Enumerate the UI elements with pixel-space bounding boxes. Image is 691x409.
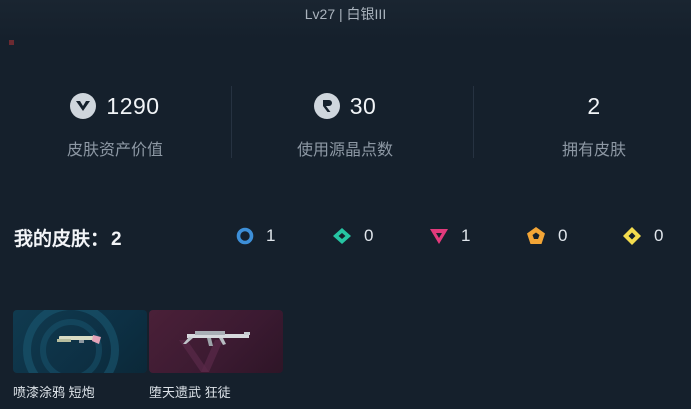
tier-count: 0 [364,226,374,245]
select-tier-icon [236,227,254,245]
exclusive-tier-icon [527,227,545,244]
tier-count: 0 [558,226,568,245]
tier-deluxe: 0 [331,225,373,247]
stats-panel: 1290 皮肤资产价值 30 使用源晶点数 2 拥有皮肤 [0,86,691,160]
shorty-weapon-icon [57,335,101,344]
premium-tier-icon [430,229,448,244]
tier-premium: 1 [428,225,470,247]
tier-count: 1 [266,226,276,245]
stat-value: 30 [349,92,377,119]
edge-dot [9,40,14,45]
vandal-weapon-icon [183,331,250,346]
stat-label: 皮肤资产价值 [66,142,163,159]
stat-skin-value: 1290 皮肤资产价值 [0,86,230,160]
tier-exclusive: 0 [525,225,567,247]
skin-card-vandal[interactable] [149,310,283,373]
skins-count: 2 [111,229,122,250]
tier-ultra: 0 [621,225,663,247]
stat-value: 2 [587,92,601,119]
deluxe-tier-icon [333,228,351,244]
skins-title: 我的皮肤： [14,229,110,250]
skins-heading: 我的皮肤： 2 [14,224,122,251]
radianite-points-icon [313,93,340,119]
stats-divider [473,86,474,158]
tier-count: 1 [461,226,471,245]
valorant-points-icon [70,93,97,119]
player-level: Lv27 | 白银III [304,6,387,22]
stat-radianite-used: 30 使用源晶点数 [230,86,460,160]
skin-card-shorty[interactable] [13,310,147,373]
ultra-tier-icon [623,227,641,245]
tier-select: 1 [235,225,275,247]
skin-name: 喷漆涂鸦 短炮 [13,385,95,400]
stat-label: 使用源晶点数 [296,142,393,159]
stat-skins-owned: 2 拥有皮肤 [479,86,691,160]
stat-value: 1290 [106,92,160,119]
stat-label: 拥有皮肤 [561,142,626,159]
tier-count: 0 [654,226,664,245]
skin-name: 堕天遗武 狂徒 [149,385,231,400]
stats-divider [231,86,232,158]
